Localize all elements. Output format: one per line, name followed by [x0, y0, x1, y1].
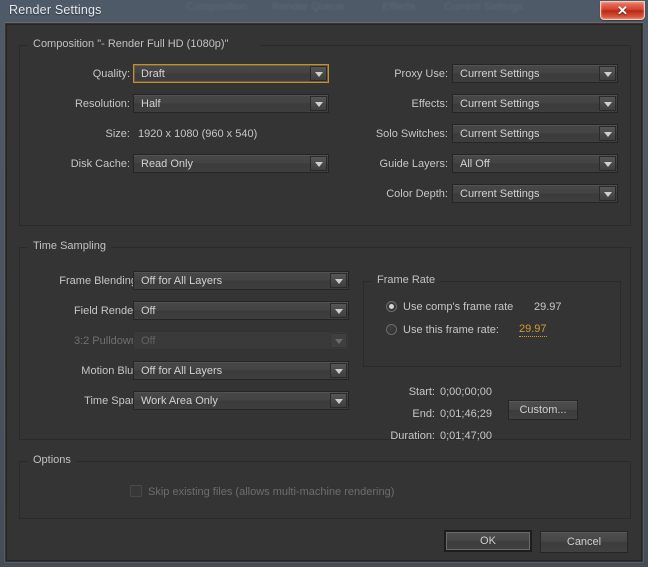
ok-button[interactable]: OK: [444, 530, 532, 552]
resolution-dropdown[interactable]: Half: [133, 94, 329, 113]
guide-layers-value: All Off: [460, 157, 490, 171]
disk-cache-value: Read Only: [141, 157, 193, 171]
duration-label: Duration:: [345, 429, 435, 443]
time-sampling-group-title: Time Sampling: [28, 240, 111, 252]
frame-rate-group: Frame Rate Use comp's frame rate 29.97 U…: [363, 281, 621, 367]
color-depth-dropdown[interactable]: Current Settings: [452, 184, 618, 203]
motion-blur-dropdown[interactable]: Off for All Layers: [133, 361, 349, 380]
effects-label: Effects:: [320, 97, 448, 111]
time-span-value: Work Area Only: [141, 394, 218, 408]
chevron-down-icon[interactable]: [599, 186, 616, 201]
options-group-title: Options: [28, 454, 76, 466]
field-render-label: Field Render:: [30, 304, 140, 318]
motion-blur-value: Off for All Layers: [141, 364, 222, 378]
options-group: Options Skip existing files (allows mult…: [19, 461, 631, 519]
chevron-down-icon[interactable]: [330, 393, 347, 408]
cancel-button[interactable]: Cancel: [540, 531, 628, 553]
quality-value: Draft: [141, 67, 165, 81]
start-value: 0;00;00;00: [440, 385, 492, 399]
color-depth-label: Color Depth:: [320, 187, 448, 201]
time-sampling-group-top-border: [20, 247, 630, 248]
chevron-down-icon[interactable]: [599, 96, 616, 111]
ghost-text-2: Render Queue: [272, 1, 344, 13]
size-label: Size:: [50, 127, 130, 141]
window-title: Render Settings: [9, 3, 102, 17]
composition-group: Composition "- Render Full HD (1080p)" Q…: [19, 45, 631, 226]
titlebar[interactable]: Composition Render Queue Effects Current…: [0, 0, 648, 22]
close-glyph: ✕: [601, 2, 644, 19]
field-render-dropdown[interactable]: Off: [133, 301, 349, 320]
end-value: 0;01;46;29: [440, 407, 492, 421]
color-depth-value: Current Settings: [460, 187, 539, 201]
custom-frame-rate-value[interactable]: 29.97: [519, 323, 547, 337]
effects-dropdown[interactable]: Current Settings: [452, 94, 618, 113]
skip-existing-files-checkbox: [130, 485, 142, 497]
solo-switches-dropdown[interactable]: Current Settings: [452, 124, 618, 143]
pulldown-value: Off: [141, 334, 155, 348]
use-this-frame-rate-label: Use this frame rate:: [403, 323, 499, 337]
time-span-label: Time Span:: [30, 394, 140, 408]
chevron-down-icon[interactable]: [599, 66, 616, 81]
chevron-down-icon[interactable]: [330, 303, 347, 318]
frame-blending-value: Off for All Layers: [141, 274, 222, 288]
proxy-use-label: Proxy Use:: [320, 67, 448, 81]
solo-switches-label: Solo Switches:: [320, 127, 448, 141]
frame-blending-dropdown[interactable]: Off for All Layers: [133, 271, 349, 290]
close-icon[interactable]: ✕: [600, 1, 645, 20]
chevron-down-icon: [330, 333, 347, 348]
skip-existing-files-label: Skip existing files (allows multi-machin…: [148, 485, 394, 499]
options-group-top-border: [20, 461, 630, 462]
time-sampling-group: Time Sampling Frame Blending: Off for Al…: [19, 247, 631, 440]
duration-value: 0;01;47;00: [440, 429, 492, 443]
end-label: End:: [365, 407, 435, 421]
effects-value: Current Settings: [460, 97, 539, 111]
resolution-value: Half: [141, 97, 161, 111]
pulldown-label: 3:2 Pulldown:: [30, 334, 140, 348]
quality-label: Quality:: [50, 67, 130, 81]
dialog-body: Composition "- Render Full HD (1080p)" Q…: [4, 22, 644, 563]
start-label: Start:: [365, 385, 435, 399]
quality-dropdown[interactable]: Draft: [133, 64, 329, 83]
chevron-down-icon[interactable]: [599, 126, 616, 141]
composition-group-title: Composition "- Render Full HD (1080p)": [28, 38, 234, 50]
chevron-down-icon[interactable]: [330, 273, 347, 288]
proxy-use-value: Current Settings: [460, 67, 539, 81]
chevron-down-icon[interactable]: [599, 156, 616, 171]
frame-rate-group-title: Frame Rate: [372, 274, 440, 286]
pulldown-dropdown: Off: [133, 331, 349, 350]
resolution-label: Resolution:: [50, 97, 130, 111]
ghost-text-4: Current Settings: [444, 1, 523, 13]
use-comp-frame-rate-label: Use comp's frame rate: [403, 300, 513, 314]
chevron-down-icon[interactable]: [330, 363, 347, 378]
time-span-dropdown[interactable]: Work Area Only: [133, 391, 349, 410]
disk-cache-label: Disk Cache:: [40, 157, 130, 171]
motion-blur-label: Motion Blur:: [30, 364, 140, 378]
ghost-text-1: Composition: [186, 1, 247, 13]
custom-button[interactable]: Custom...: [508, 400, 578, 420]
render-settings-dialog: Composition Render Queue Effects Current…: [0, 0, 648, 567]
use-this-frame-rate-radio[interactable]: [386, 324, 397, 335]
guide-layers-dropdown[interactable]: All Off: [452, 154, 618, 173]
ghost-text-3: Effects: [382, 1, 415, 13]
guide-layers-label: Guide Layers:: [320, 157, 448, 171]
comp-frame-rate-value: 29.97: [534, 300, 562, 314]
size-value: 1920 x 1080 (960 x 540): [138, 127, 257, 141]
proxy-use-dropdown[interactable]: Current Settings: [452, 64, 618, 83]
disk-cache-dropdown[interactable]: Read Only: [133, 154, 329, 173]
field-render-value: Off: [141, 304, 155, 318]
dialog-body-inner: Composition "- Render Full HD (1080p)" Q…: [6, 24, 642, 561]
solo-switches-value: Current Settings: [460, 127, 539, 141]
frame-blending-label: Frame Blending:: [30, 274, 140, 288]
use-comp-frame-rate-radio[interactable]: [386, 301, 397, 312]
